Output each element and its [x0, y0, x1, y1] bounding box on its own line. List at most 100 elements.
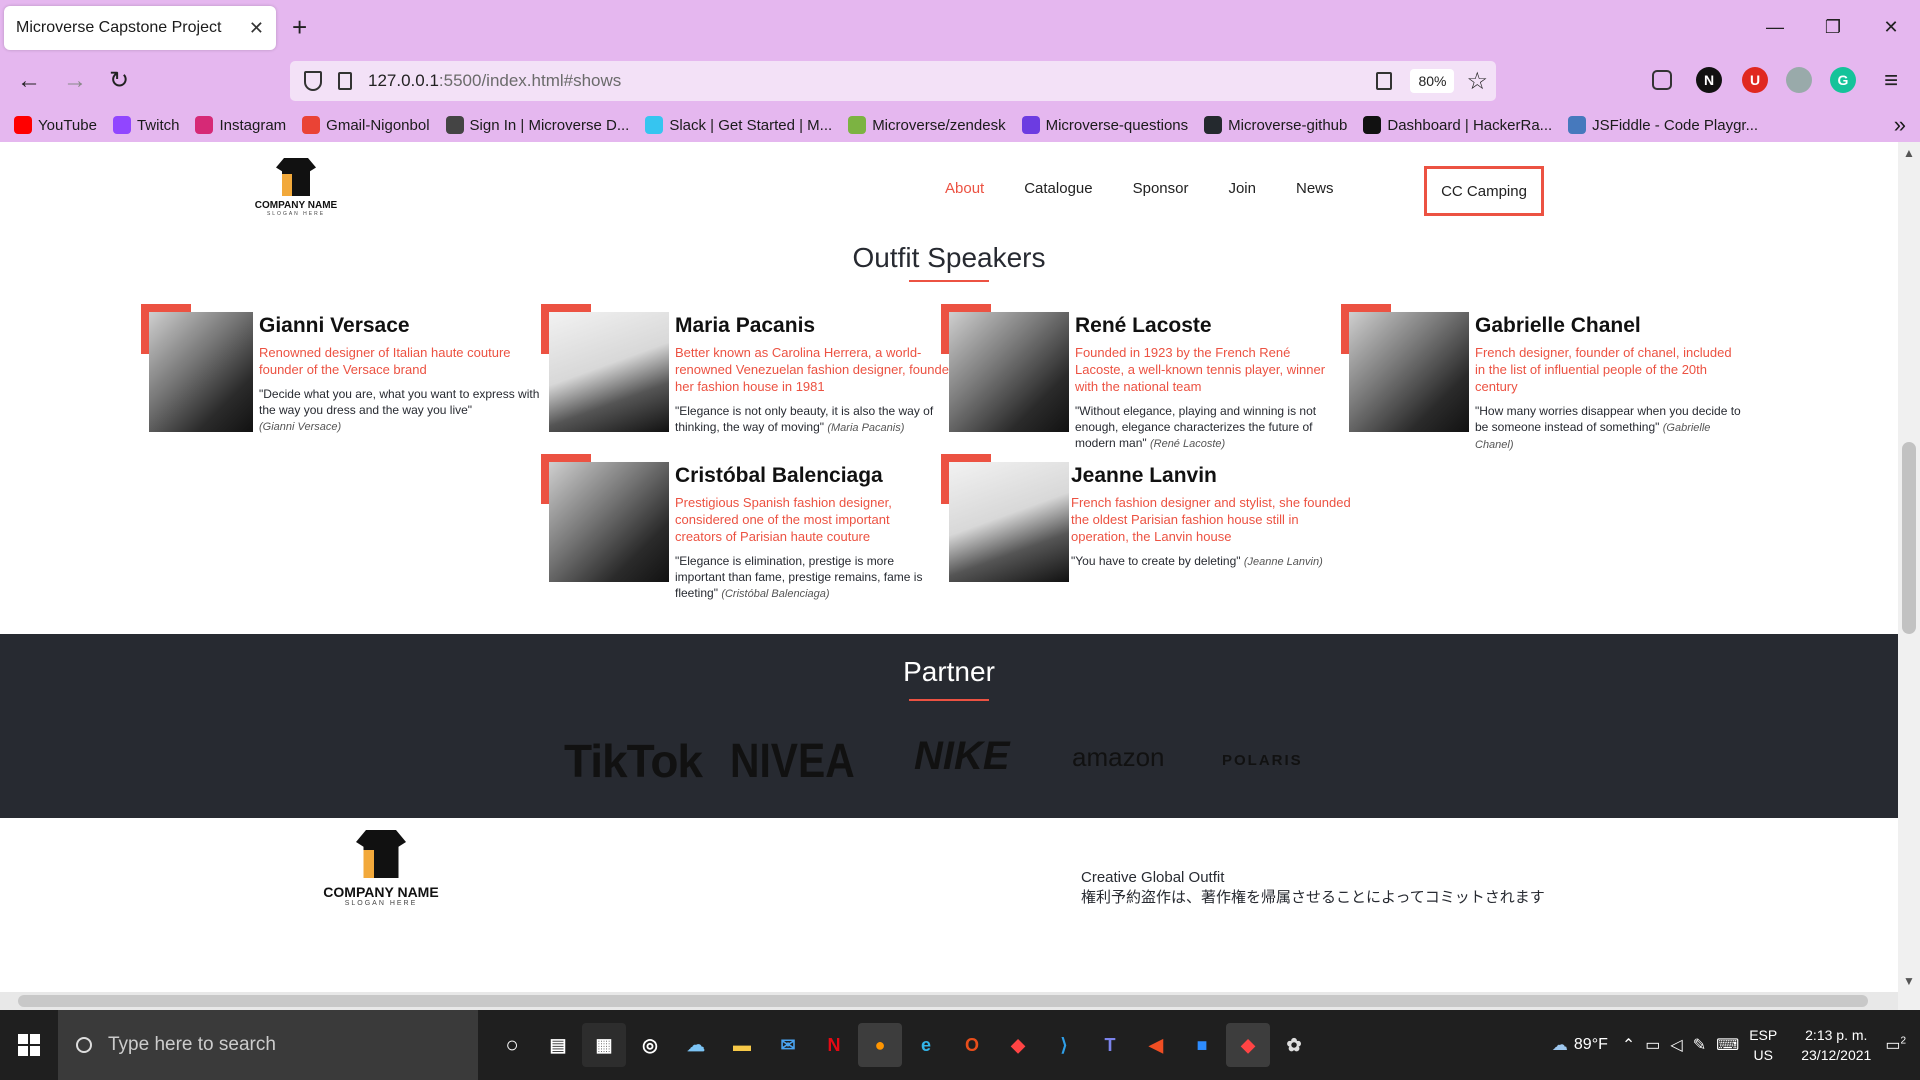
- url-text[interactable]: 127.0.0.1:5500/index.html#shows: [368, 71, 621, 91]
- reload-icon[interactable]: ↻: [104, 66, 134, 96]
- bookmark-instagram[interactable]: Instagram: [195, 116, 286, 134]
- zendesk-icon: [848, 116, 867, 134]
- network-icon[interactable]: ▭: [1645, 1035, 1660, 1055]
- taskbar-search[interactable]: Type here to search: [58, 1010, 478, 1080]
- url-bar[interactable]: 127.0.0.1:5500/index.html#shows 80% ☆: [290, 61, 1496, 101]
- bookmark-zendesk[interactable]: Microverse/zendesk: [848, 116, 1006, 134]
- discuss-icon: [1021, 116, 1040, 134]
- footer-logo[interactable]: COMPANY NAME SLOGAN HERE: [318, 830, 444, 907]
- mail-icon[interactable]: ✉: [766, 1023, 810, 1067]
- edge-icon[interactable]: e: [904, 1023, 948, 1067]
- new-tab-icon[interactable]: +: [292, 12, 307, 42]
- clock[interactable]: 2:13 p. m. 23/12/2021: [1801, 1025, 1871, 1065]
- footer-line-2: 権利予約盗作は、著作権を帰属させることによってコミットされます: [1081, 889, 1545, 906]
- bookmark-hackerrank[interactable]: Dashboard | HackerRa...: [1363, 116, 1552, 134]
- notifications-icon[interactable]: ▭2: [1885, 1035, 1906, 1055]
- quote-text: "You have to create by deleting": [1071, 554, 1241, 568]
- more-bookmarks-icon[interactable]: »: [1894, 112, 1906, 138]
- weather-temp[interactable]: 89°F: [1574, 1036, 1608, 1054]
- zoom-icon[interactable]: ■: [1180, 1023, 1224, 1067]
- git-gui-icon[interactable]: ◆: [1226, 1023, 1270, 1067]
- bookmarks-bar: YouTube Twitch Instagram Gmail-Nigonbol …: [0, 108, 1920, 142]
- speaker-app-icon[interactable]: ◀: [1134, 1023, 1178, 1067]
- speaker-photo: [949, 312, 1069, 432]
- ublock-icon[interactable]: U: [1742, 67, 1768, 93]
- bookmark-microverse-signin[interactable]: Sign In | Microverse D...: [445, 116, 630, 134]
- teams-icon[interactable]: T: [1088, 1023, 1132, 1067]
- globe-extension-icon[interactable]: [1786, 67, 1812, 93]
- cc-camping-button[interactable]: CC Camping: [1424, 166, 1544, 216]
- scrollbar-thumb[interactable]: [18, 995, 1868, 1007]
- keyboard-icon[interactable]: ⌨: [1716, 1035, 1739, 1055]
- bookmark-label: Dashboard | HackerRa...: [1387, 116, 1553, 134]
- media-player-icon[interactable]: ◎: [628, 1023, 672, 1067]
- pocket-icon[interactable]: [1652, 70, 1672, 90]
- speaker-name: Cristóbal Balenciaga: [675, 464, 883, 487]
- netflix-icon[interactable]: N: [812, 1023, 856, 1067]
- clock-date: 23/12/2021: [1801, 1047, 1872, 1063]
- bookmark-microverse-questions[interactable]: Microverse-questions: [1021, 116, 1189, 134]
- partner-section: Partner TikTok NIVEA NIKE amazon POLARIS: [0, 634, 1898, 818]
- git-icon[interactable]: ◆: [996, 1023, 1040, 1067]
- bookmark-slack[interactable]: Slack | Get Started | M...: [645, 116, 832, 134]
- nike-logo: NIKE: [914, 734, 1010, 778]
- file-explorer-icon[interactable]: ▬: [720, 1023, 764, 1067]
- bookmark-youtube[interactable]: YouTube: [14, 116, 97, 134]
- bookmark-label: Microverse-questions: [1045, 116, 1189, 134]
- restore-icon[interactable]: ❐: [1804, 0, 1862, 54]
- menu-item-news[interactable]: News: [1296, 180, 1334, 197]
- firefox-icon[interactable]: ●: [858, 1023, 902, 1067]
- notion-icon[interactable]: N: [1696, 67, 1722, 93]
- vertical-scrollbar[interactable]: ▲ ▼: [1898, 142, 1920, 1010]
- speaker-role: Renowned designer of Italian haute coutu…: [259, 345, 511, 377]
- speaker-quote: "Without elegance, playing and winning i…: [1075, 403, 1335, 452]
- scroll-up-icon[interactable]: ▲: [1903, 146, 1915, 160]
- quote-author: (Maria Pacanis): [827, 422, 905, 434]
- store-icon[interactable]: ▦: [582, 1023, 626, 1067]
- bookmark-jsfiddle[interactable]: JSFiddle - Code Playgr...: [1568, 116, 1758, 134]
- task-view-icon[interactable]: ▤: [536, 1023, 580, 1067]
- vscode-icon[interactable]: ⟩: [1042, 1023, 1086, 1067]
- bookmark-gmail[interactable]: Gmail-Nigonbol: [302, 116, 430, 134]
- page-icon[interactable]: [338, 72, 352, 90]
- weather-icon[interactable]: ☁: [1552, 1035, 1568, 1055]
- start-button[interactable]: [0, 1010, 58, 1080]
- speaker-card: Maria Pacanis Better known as Carolina H…: [541, 304, 956, 454]
- bookmark-label: Sign In | Microverse D...: [469, 116, 630, 134]
- pen-icon[interactable]: ✎: [1693, 1035, 1706, 1055]
- firefox-window: Microverse Capstone Project ✕ + — ❐ ✕ ← …: [0, 0, 1920, 1080]
- reader-view-icon[interactable]: [1376, 72, 1393, 90]
- hamburger-menu-icon[interactable]: ≡: [1876, 66, 1906, 96]
- horizontal-scrollbar[interactable]: [0, 992, 1898, 1010]
- close-tab-icon[interactable]: ✕: [249, 18, 264, 39]
- close-window-icon[interactable]: ✕: [1862, 0, 1920, 54]
- bookmark-twitch[interactable]: Twitch: [112, 116, 179, 134]
- onedrive-icon[interactable]: ☁: [674, 1023, 718, 1067]
- search-icon: [76, 1037, 92, 1053]
- scrollbar-thumb[interactable]: [1902, 442, 1916, 634]
- back-icon[interactable]: ←: [14, 66, 44, 96]
- cortana-icon[interactable]: ○: [490, 1023, 534, 1067]
- menu-item-catalogue[interactable]: Catalogue: [1024, 180, 1092, 197]
- shield-icon[interactable]: [304, 71, 322, 91]
- bookmark-github[interactable]: Microverse-github: [1204, 116, 1347, 134]
- tab-active[interactable]: Microverse Capstone Project ✕: [4, 6, 276, 50]
- bookmark-star-icon[interactable]: ☆: [1466, 67, 1488, 96]
- forward-icon[interactable]: →: [60, 66, 90, 96]
- grammarly-icon[interactable]: G: [1830, 67, 1856, 93]
- paint-icon[interactable]: ✿: [1272, 1023, 1316, 1067]
- site-logo[interactable]: COMPANY NAME SLOGAN HERE: [246, 158, 346, 217]
- minimize-icon[interactable]: —: [1746, 0, 1804, 54]
- menu-item-about[interactable]: About: [945, 180, 984, 197]
- scroll-down-icon[interactable]: ▼: [1903, 974, 1915, 988]
- menu-item-join[interactable]: Join: [1228, 180, 1256, 197]
- speaker-quote: "Elegance is not only beauty, it is also…: [675, 403, 960, 436]
- office-icon[interactable]: O: [950, 1023, 994, 1067]
- quote-author: (Jeanne Lanvin): [1243, 556, 1323, 568]
- speaker-photo: [149, 312, 253, 432]
- chevron-up-icon[interactable]: ⌃: [1622, 1035, 1635, 1055]
- language-indicator[interactable]: ESP US: [1749, 1025, 1777, 1065]
- zoom-level[interactable]: 80%: [1410, 69, 1455, 93]
- volume-icon[interactable]: ◁: [1670, 1035, 1682, 1055]
- menu-item-sponsor[interactable]: Sponsor: [1133, 180, 1189, 197]
